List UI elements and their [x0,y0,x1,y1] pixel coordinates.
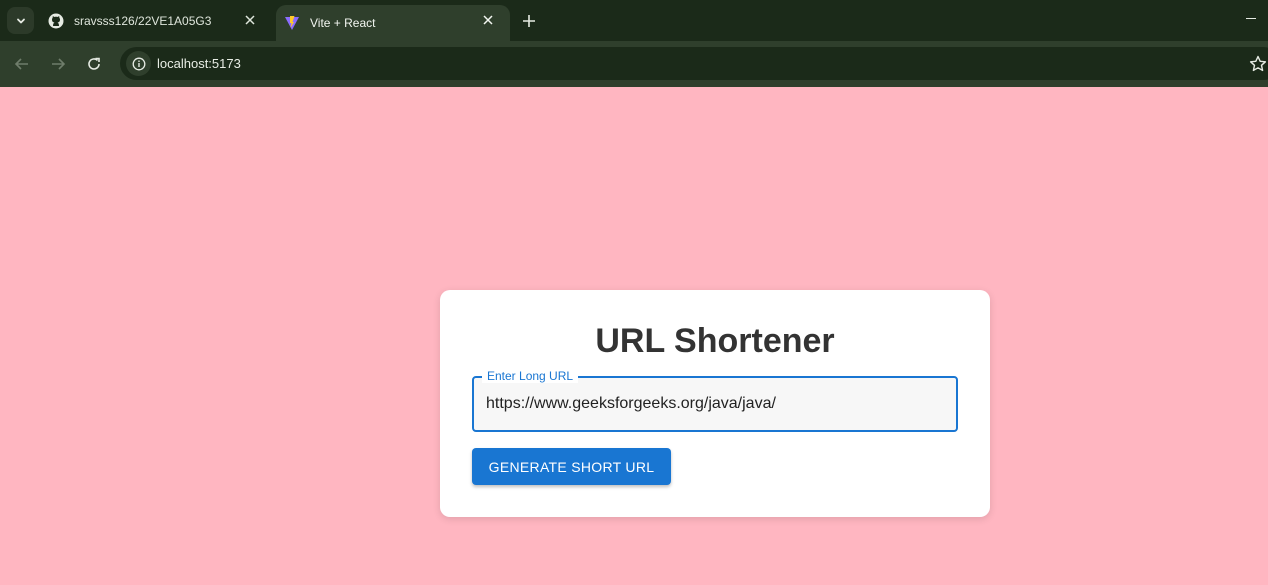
tab-title: Vite + React [310,16,376,30]
generate-short-url-button[interactable]: GENERATE SHORT URL [472,448,671,485]
chevron-down-icon [16,18,25,23]
tab-search-button[interactable] [7,7,34,34]
new-tab-button[interactable] [518,10,540,32]
tab-github[interactable]: sravsss126/22VE1A05G3 [40,0,272,41]
tab-vite-react[interactable]: Vite + React [276,5,510,41]
long-url-input[interactable] [486,378,946,430]
back-button[interactable] [10,52,34,76]
reload-icon [88,57,100,70]
reload-button[interactable] [82,52,106,76]
github-icon [48,13,64,29]
browser-tab-strip: sravsss126/22VE1A05G3 Vite + React [0,0,1268,41]
shortener-card: URL Shortener Enter Long URL GENERATE SH… [440,290,990,517]
address-bar[interactable]: localhost:5173 [120,47,1268,80]
browser-toolbar: localhost:5173 [0,41,1268,87]
arrow-left-icon [14,58,28,70]
tab-title: sravsss126/22VE1A05G3 [74,13,212,28]
minimize-button[interactable] [1246,18,1256,19]
vite-icon [284,15,300,31]
info-icon [132,57,145,70]
close-icon[interactable] [480,12,496,28]
site-info-button[interactable] [126,51,151,76]
address-text: localhost:5173 [157,56,241,71]
plus-icon [523,15,535,27]
forward-button[interactable] [46,52,70,76]
page-title: URL Shortener [595,322,835,360]
long-url-field[interactable]: Enter Long URL [472,369,958,432]
bookmark-star-icon[interactable] [1248,54,1268,74]
arrow-right-icon [52,58,66,70]
close-icon[interactable] [242,12,258,28]
